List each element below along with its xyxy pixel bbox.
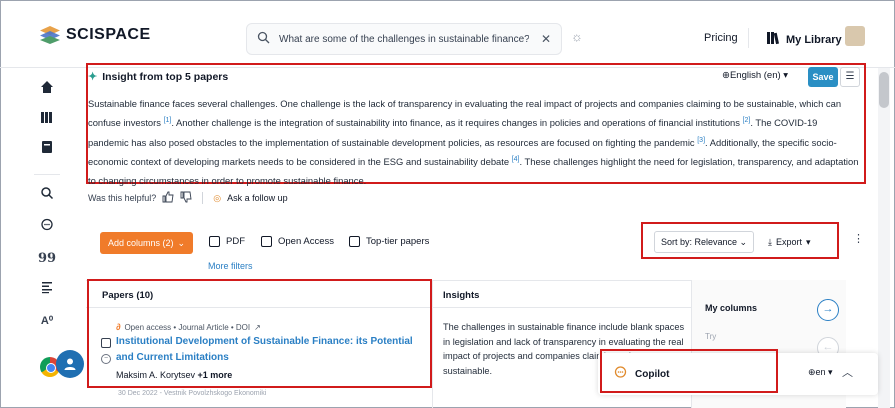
sort-label: Sort by: Relevance: [661, 237, 738, 247]
ask-follow-up-link[interactable]: Ask a follow up: [227, 193, 288, 203]
download-icon: ⤓: [768, 236, 772, 247]
search-bar[interactable]: ✕: [246, 23, 562, 55]
scrollbar-thumb[interactable]: [879, 72, 889, 108]
logo-text: SCISPACE: [66, 26, 151, 43]
copilot-language-selector[interactable]: ⊕en ▾: [808, 367, 833, 378]
citation-ref[interactable]: [4]: [512, 156, 520, 163]
helpful-label: Was this helpful?: [88, 193, 157, 203]
home-icon[interactable]: [38, 80, 56, 98]
save-button[interactable]: Save: [808, 67, 838, 87]
more-options-icon[interactable]: ⋮: [853, 232, 864, 245]
export-button[interactable]: ⤓ Export ▾: [768, 231, 811, 253]
checkbox[interactable]: [349, 236, 360, 247]
close-icon[interactable]: ✕: [541, 32, 551, 46]
arrow-right-icon[interactable]: →: [817, 299, 839, 321]
paraphraser-icon[interactable]: [38, 280, 56, 298]
nav-divider: [34, 174, 60, 175]
notebook-icon[interactable]: [38, 140, 56, 158]
pricing-link[interactable]: Pricing: [704, 32, 738, 44]
list-view-icon[interactable]: ☰: [840, 67, 860, 87]
filter-open-access[interactable]: Open Access: [261, 236, 334, 247]
chat-bubble-icon: ◎: [213, 192, 222, 203]
theme-sun-icon[interactable]: ☼: [571, 29, 583, 44]
library-nav-icon[interactable]: [38, 110, 56, 128]
more-filters-link[interactable]: More filters: [208, 261, 253, 271]
citation-ref[interactable]: [3]: [697, 136, 705, 143]
copilot-chat-icon: [614, 366, 627, 382]
language-selector[interactable]: ⊕English (en) ▾: [722, 70, 788, 81]
sparkle-icon: ✦: [88, 71, 98, 83]
feedback-divider: [202, 192, 204, 204]
logo[interactable]: SCISPACE: [40, 26, 151, 44]
add-columns-label: Add columns (2): [108, 238, 174, 248]
filter-top-tier[interactable]: Top-tier papers: [349, 236, 429, 247]
chevron-down-icon: ⌄: [177, 237, 186, 248]
avatar[interactable]: [845, 26, 865, 46]
feedback-row: Was this helpful? ◎ Ask a follow up: [88, 191, 288, 205]
insights-column-header[interactable]: Insights: [443, 290, 479, 301]
my-library-link[interactable]: My Library: [766, 31, 842, 48]
my-columns-title: My columns: [705, 303, 758, 313]
insight-title: Insight from top 5 papers: [102, 70, 229, 83]
search-input[interactable]: [279, 33, 529, 45]
thumbs-up-icon[interactable]: [162, 191, 174, 205]
search-icon: [257, 31, 273, 47]
chevron-down-icon: ⌄: [739, 236, 747, 247]
filter-pdf[interactable]: PDF: [209, 236, 245, 247]
sort-dropdown[interactable]: Sort by: Relevance ⌄: [654, 231, 754, 253]
export-label: Export: [775, 237, 802, 247]
thumbs-down-icon[interactable]: [180, 191, 192, 205]
copilot-label: Copilot: [635, 368, 670, 380]
header-divider: [748, 28, 749, 48]
library-icon: [766, 31, 780, 48]
literature-search-icon[interactable]: [38, 186, 56, 204]
caret-down-icon: ▾: [806, 236, 811, 247]
ai-detector-icon[interactable]: A⁰: [38, 312, 56, 330]
papers-highlight-box: [87, 279, 432, 388]
checkbox[interactable]: [209, 236, 220, 247]
insight-text: Sustainable finance faces several challe…: [88, 98, 859, 187]
logo-icon: [40, 26, 60, 44]
scrollbar-track[interactable]: [878, 68, 890, 408]
insight-header: ✦ Insight from top 5 papers: [88, 70, 229, 84]
column-divider: [432, 280, 433, 408]
checkbox[interactable]: [261, 236, 272, 247]
copilot-button[interactable]: Copilot: [614, 366, 669, 382]
paper-date-journal: 30 Dec 2022 - Vestnik Povolzhskogo Ekono…: [118, 390, 267, 397]
chat-pdf-icon[interactable]: [38, 218, 56, 236]
add-columns-button[interactable]: Add columns (2) ⌄: [100, 232, 194, 254]
chevron-up-icon[interactable]: ︿: [842, 364, 853, 380]
my-columns-try: Try: [705, 332, 717, 341]
user-icon[interactable]: [56, 350, 84, 378]
my-library-label: My Library: [786, 33, 842, 46]
citation-icon[interactable]: 99: [38, 250, 56, 268]
